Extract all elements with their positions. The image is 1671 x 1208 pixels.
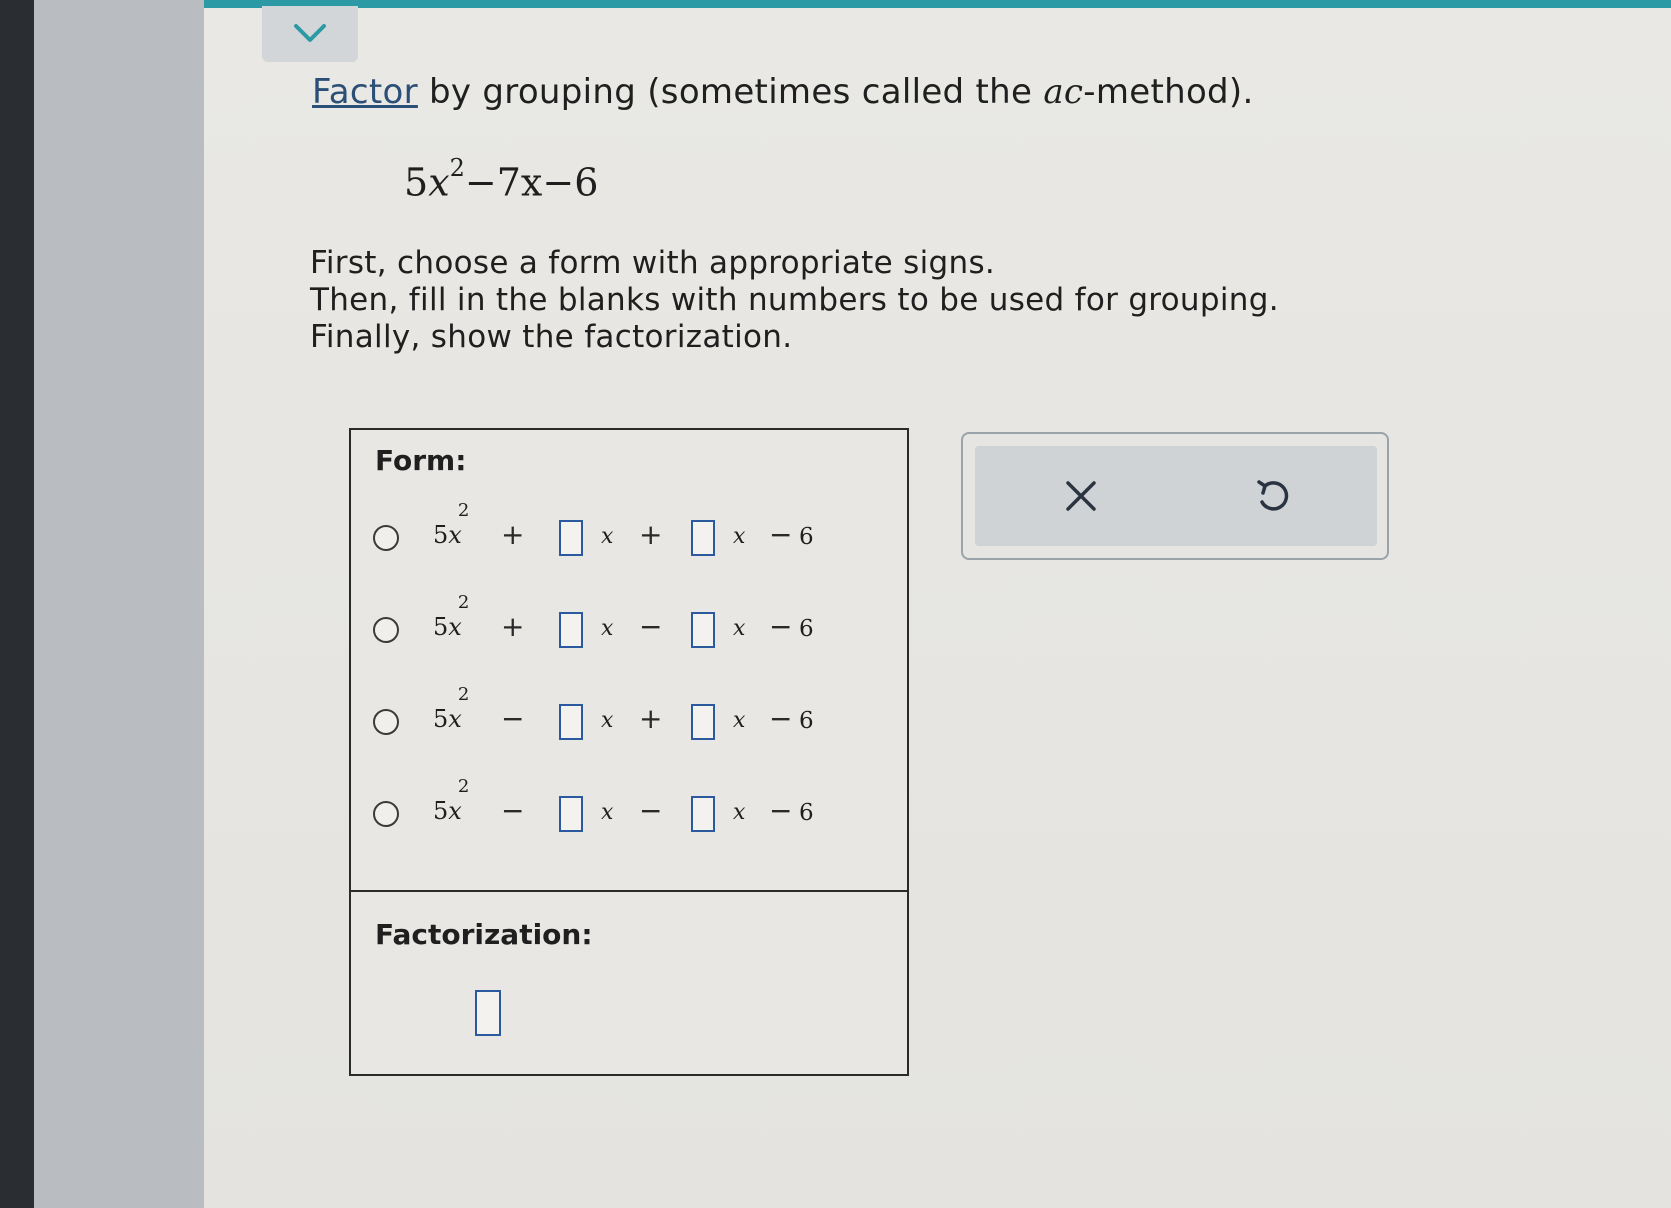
undo-icon — [1257, 480, 1289, 511]
form-label: Form: — [375, 444, 467, 477]
constant: 6 — [799, 616, 814, 642]
sign-2: + — [639, 518, 663, 551]
sign-2: − — [639, 794, 663, 827]
blank-coefficient-1[interactable] — [559, 796, 583, 832]
constant: 6 — [799, 800, 814, 826]
x-var: x — [601, 616, 614, 641]
blank-coefficient-1[interactable] — [559, 704, 583, 740]
factorization-input[interactable] — [475, 990, 501, 1036]
title-text-pre: by grouping (sometimes called the — [417, 72, 1044, 112]
title-text-post: -method). — [1083, 72, 1254, 112]
sign-1: − — [501, 794, 525, 827]
blank-coefficient-1[interactable] — [559, 612, 583, 648]
expr-coef: 5 — [404, 160, 429, 205]
x-var: x — [733, 524, 746, 549]
x-var: x — [601, 708, 614, 733]
radio-option-1[interactable] — [373, 525, 399, 551]
lead-term: 5x2 — [433, 684, 470, 733]
answer-box: Form: 5x2 + x + x − 6 5x2 + x − x − 6 5x… — [349, 428, 909, 1076]
sign-constant: − — [769, 702, 793, 735]
expr-var: x — [428, 160, 450, 205]
instructions: First, choose a form with appropriate si… — [310, 245, 1279, 356]
clear-button[interactable] — [1051, 468, 1111, 524]
accent-bar — [204, 0, 1671, 8]
blank-coefficient-2[interactable] — [691, 612, 715, 648]
sign-2: + — [639, 702, 663, 735]
action-toolbar — [975, 446, 1377, 546]
collapse-toggle-button[interactable] — [262, 6, 358, 62]
constant: 6 — [799, 708, 814, 734]
radio-option-2[interactable] — [373, 617, 399, 643]
x-var: x — [733, 616, 746, 641]
sign-constant: − — [769, 518, 793, 551]
expr-rest: −7x−6 — [464, 160, 599, 205]
sign-1: + — [501, 518, 525, 551]
lead-term: 5x2 — [433, 776, 470, 825]
x-var: x — [601, 524, 614, 549]
expr-exp: 2 — [449, 154, 465, 182]
blank-coefficient-2[interactable] — [691, 520, 715, 556]
sidebar-panel — [34, 0, 204, 1208]
radio-option-4[interactable] — [373, 801, 399, 827]
title-italic: ac — [1043, 72, 1084, 112]
instruction-line: Then, fill in the blanks with numbers to… — [310, 282, 1279, 318]
x-var: x — [733, 800, 746, 825]
lead-term: 5x2 — [433, 500, 470, 549]
constant: 6 — [799, 524, 814, 550]
lead-term: 5x2 — [433, 592, 470, 641]
problem-area: Factor by grouping (sometimes called the… — [204, 0, 1671, 1208]
section-divider — [351, 890, 907, 892]
blank-coefficient-1[interactable] — [559, 520, 583, 556]
sign-constant: − — [769, 610, 793, 643]
sign-constant: − — [769, 794, 793, 827]
chevron-down-icon — [294, 24, 326, 42]
instruction-line: First, choose a form with appropriate si… — [310, 245, 996, 281]
action-panel — [961, 432, 1389, 560]
factorization-label: Factorization: — [375, 918, 593, 951]
radio-option-3[interactable] — [373, 709, 399, 735]
instruction-line: Finally, show the factorization. — [310, 319, 793, 355]
close-icon — [1066, 481, 1096, 511]
factor-link[interactable]: Factor — [312, 72, 418, 112]
polynomial-expression: 5x2−7x−6 — [404, 154, 599, 205]
blank-coefficient-2[interactable] — [691, 704, 715, 740]
screen-bezel — [0, 0, 34, 1208]
x-var: x — [733, 708, 746, 733]
sign-1: + — [501, 610, 525, 643]
problem-title: Factor by grouping (sometimes called the… — [312, 72, 1254, 112]
sign-1: − — [501, 702, 525, 735]
undo-button[interactable] — [1243, 468, 1303, 524]
x-var: x — [601, 800, 614, 825]
blank-coefficient-2[interactable] — [691, 796, 715, 832]
sign-2: − — [639, 610, 663, 643]
